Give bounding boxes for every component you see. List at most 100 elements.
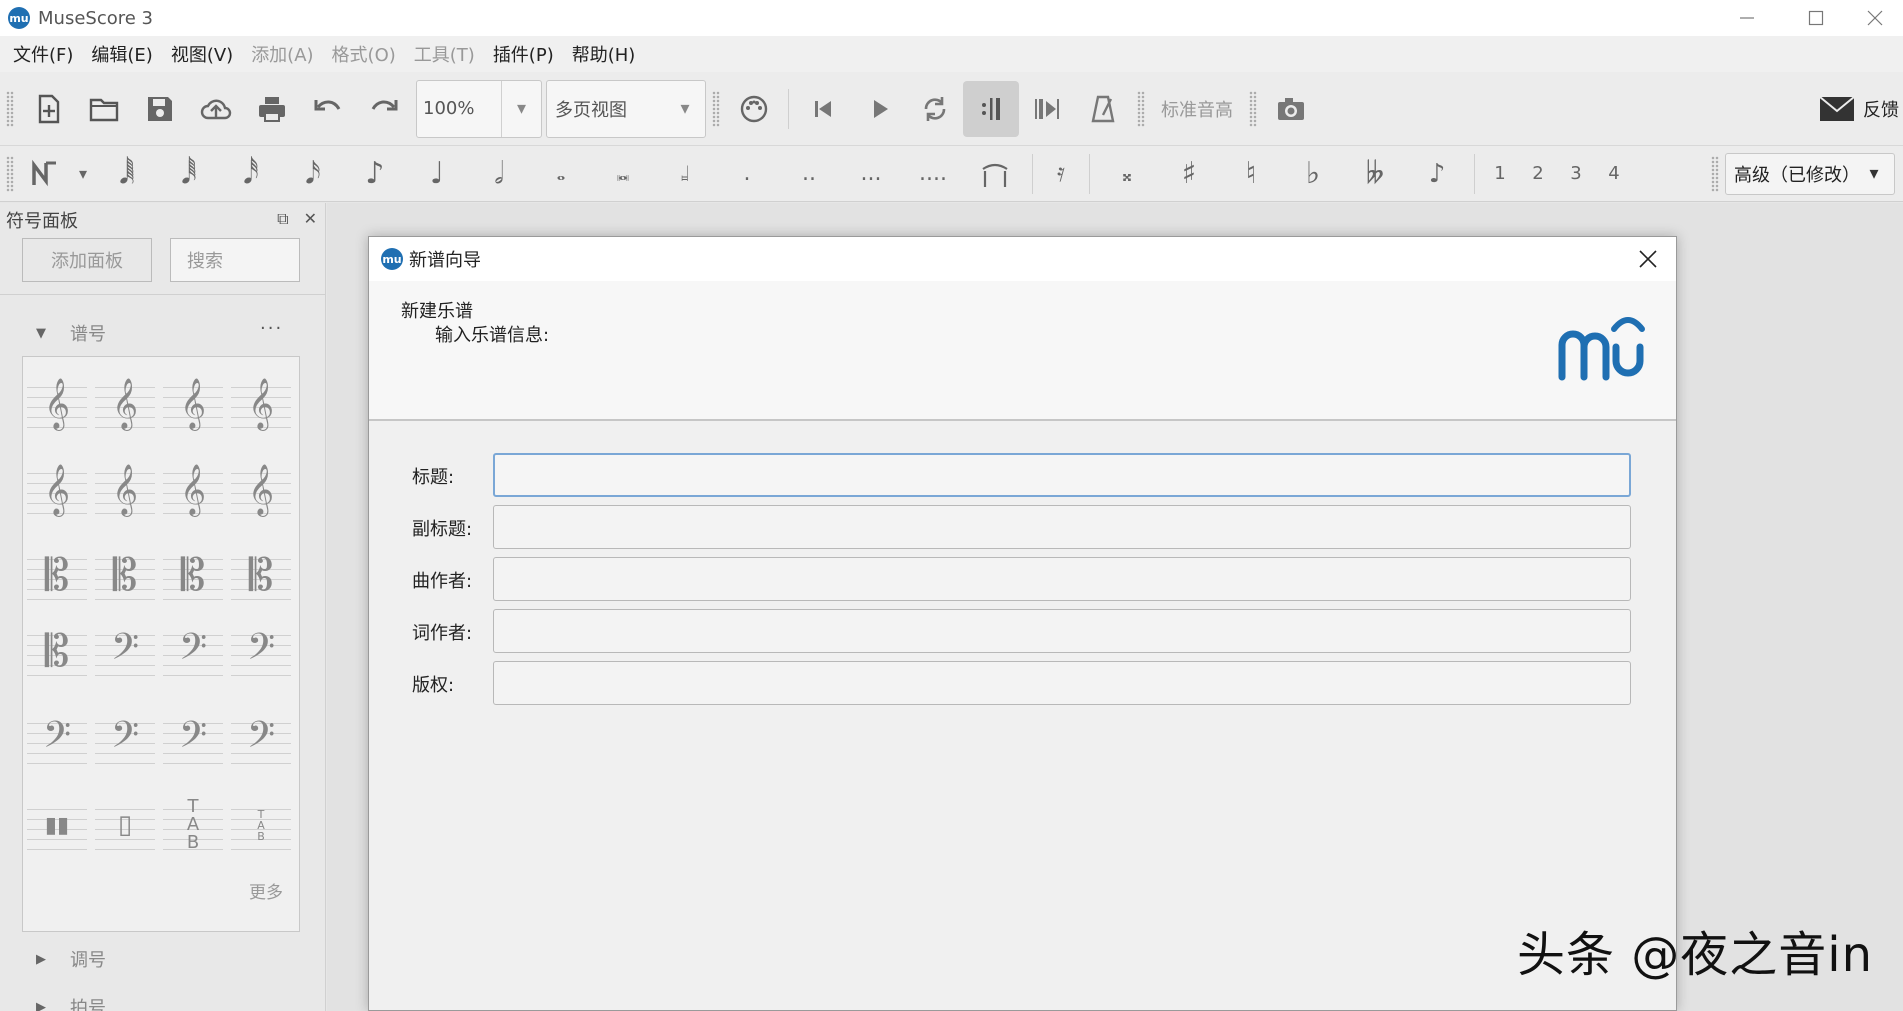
toolbar-grip[interactable] (6, 155, 14, 192)
loop-button[interactable] (907, 81, 963, 137)
menu-file[interactable]: 文件(F) (4, 41, 82, 67)
new-score-button[interactable] (20, 81, 76, 137)
concert-pitch-toggle[interactable]: 标准音高 (1161, 96, 1233, 122)
save-button[interactable] (132, 81, 188, 137)
close-window-button[interactable] (1847, 0, 1903, 36)
tab-clef-icon[interactable]: TAB (163, 785, 223, 865)
redo-button[interactable] (356, 81, 412, 137)
menu-format[interactable]: 格式(O) (323, 41, 405, 67)
treble-clef-15ma-icon[interactable]: 𝄞 (163, 363, 223, 443)
menu-add[interactable]: 添加(A) (242, 41, 322, 67)
rest-button[interactable]: 𝄿 (1039, 149, 1083, 199)
tab-clef-small-icon[interactable]: TAB (231, 785, 291, 865)
toolbar-grip[interactable] (1137, 90, 1145, 127)
quadruple-dot-button[interactable]: .... (902, 149, 964, 199)
flat-button[interactable]: ♭ (1282, 149, 1344, 199)
menu-plugins[interactable]: 插件(P) (484, 41, 563, 67)
natural-button[interactable]: ♮ (1220, 149, 1282, 199)
bass-clef-8va-icon[interactable]: 𝄢 (163, 611, 223, 691)
menu-edit[interactable]: 编辑(E) (82, 41, 161, 67)
toolbar-grip[interactable] (6, 90, 14, 127)
metronome-button[interactable] (1075, 81, 1131, 137)
subtitle-input[interactable] (493, 505, 1631, 549)
double-dot-button[interactable]: .. (778, 149, 840, 199)
toolbar-grip[interactable] (1249, 90, 1257, 127)
play-repeats-button[interactable] (963, 80, 1019, 137)
key-section-header[interactable]: ▶ 调号 (36, 946, 106, 972)
menu-tools[interactable]: 工具(T) (405, 41, 484, 67)
subbass-clef-icon[interactable]: 𝄢 (231, 699, 291, 779)
clef-section-header[interactable]: ▼ 谱号 (36, 320, 106, 346)
rewind-button[interactable] (795, 81, 851, 137)
bass-clef-15mb-icon[interactable]: 𝄢 (95, 699, 155, 779)
tenor-clef-icon[interactable]: 𝄡 (231, 535, 291, 615)
soprano-clef-icon[interactable]: 𝄡 (27, 535, 87, 615)
french-violin-clef-icon[interactable]: 𝄞 (231, 449, 291, 529)
toolbar-grip[interactable] (1711, 155, 1719, 192)
tie-button[interactable] (964, 149, 1026, 199)
minimize-button[interactable] (1719, 0, 1775, 36)
lyricist-input[interactable] (493, 609, 1631, 653)
mezzo-soprano-clef-icon[interactable]: 𝄡 (95, 535, 155, 615)
note-64th-button[interactable]: 𝅘𝅥𝅱 (158, 149, 220, 199)
note-half-button[interactable]: 𝅗𝅥 (468, 149, 530, 199)
bass-clef-icon[interactable]: 𝄢 (95, 611, 155, 691)
copyright-input[interactable] (493, 661, 1631, 705)
input-mode-dropdown[interactable]: ▾ (70, 149, 96, 199)
workspace-combo[interactable]: 高级（已修改） ▾ (1725, 152, 1895, 195)
section-menu-icon[interactable]: ··· (260, 318, 283, 339)
note-128th-button[interactable]: 𝅘𝅥𝅲 (96, 149, 158, 199)
treble-clef-8vb-optional-icon[interactable]: 𝄞 (163, 449, 223, 529)
note-breve-button[interactable]: 𝅜 (592, 149, 654, 199)
bass-clef-8vb-icon[interactable]: 𝄢 (27, 699, 87, 779)
treble-clef-8vb-icon[interactable]: 𝄞 (231, 363, 291, 443)
note-eighth-button[interactable]: ♪ (344, 149, 406, 199)
note-32nd-button[interactable]: 𝅘𝅥𝅰 (220, 149, 282, 199)
treble-clef-8va-icon[interactable]: 𝄞 (95, 363, 155, 443)
midi-input-button[interactable] (726, 81, 782, 137)
pan-score-button[interactable] (1019, 81, 1075, 137)
augmentation-dot-button[interactable]: . (716, 149, 778, 199)
double-treble-clef-icon[interactable]: 𝄞 (95, 449, 155, 529)
image-capture-button[interactable] (1263, 81, 1319, 137)
toolbar-grip[interactable] (712, 90, 720, 127)
voice-4-button[interactable]: 4 (1595, 163, 1633, 184)
close-panel-icon[interactable]: ✕ (304, 209, 317, 228)
triple-dot-button[interactable]: ... (840, 149, 902, 199)
zoom-combo[interactable]: 100% ▾ (416, 79, 542, 138)
feedback-button[interactable]: 反馈 (1819, 95, 1899, 123)
percussion-clef-2-icon[interactable]: ▯ (95, 785, 155, 865)
note-16th-button[interactable]: 𝅘𝅥𝅯 (282, 149, 344, 199)
print-button[interactable] (244, 81, 300, 137)
sharp-button[interactable]: ♯ (1158, 149, 1220, 199)
bass-clef-15ma-icon[interactable]: 𝄢 (231, 611, 291, 691)
treble-clef-icon[interactable]: 𝄞 (27, 363, 87, 443)
voice-3-button[interactable]: 3 (1557, 163, 1595, 184)
maximize-button[interactable] (1788, 0, 1844, 36)
baritone-f-clef-icon[interactable]: 𝄢 (163, 699, 223, 779)
note-input-mode-button[interactable] (20, 149, 70, 199)
title-input[interactable] (493, 453, 1631, 497)
double-sharp-button[interactable]: 𝄪 (1096, 149, 1158, 199)
treble-clef-15mb-icon[interactable]: 𝄞 (27, 449, 87, 529)
note-longa-button[interactable]: 𝆷 (654, 149, 716, 199)
menu-help[interactable]: 帮助(H) (563, 41, 645, 67)
flip-direction-button[interactable]: ♪ (1406, 149, 1468, 199)
undo-button[interactable] (300, 81, 356, 137)
voice-1-button[interactable]: 1 (1481, 163, 1519, 184)
note-quarter-button[interactable]: ♩ (406, 149, 468, 199)
menu-view[interactable]: 视图(V) (162, 41, 242, 67)
play-button[interactable] (851, 81, 907, 137)
percussion-clef-icon[interactable]: ▮▮ (27, 785, 87, 865)
view-mode-combo[interactable]: 多页视图 ▾ (546, 79, 706, 138)
more-link[interactable]: 更多 (249, 878, 283, 903)
open-button[interactable] (76, 81, 132, 137)
dialog-close-button[interactable] (1632, 243, 1664, 275)
double-flat-button[interactable]: 𝄫 (1344, 149, 1406, 199)
time-section-header[interactable]: ▶ 拍号 (36, 994, 106, 1011)
note-whole-button[interactable]: 𝅝 (530, 149, 592, 199)
upload-button[interactable] (188, 81, 244, 137)
palette-search-input[interactable]: 搜索 (170, 238, 300, 282)
baritone-c-clef-icon[interactable]: 𝄡 (27, 611, 87, 691)
add-palette-button[interactable]: 添加面板 (22, 238, 152, 282)
